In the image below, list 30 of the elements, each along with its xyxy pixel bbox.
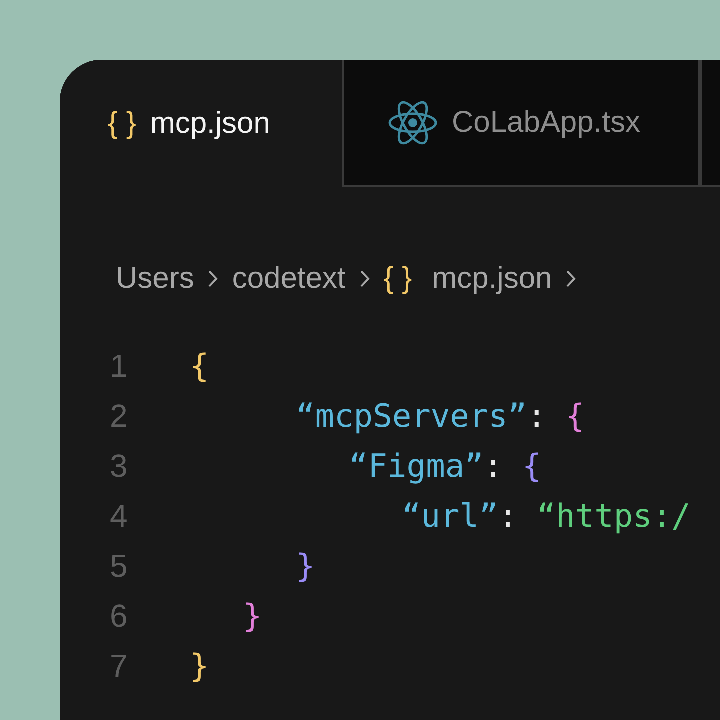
brace: } [296,547,316,585]
json-key: “url” [402,497,498,535]
line-number: 7 [109,648,129,684]
line-number: 3 [109,448,129,484]
editor-tab[interactable]: CoLabApp.tsx [342,60,700,187]
chevron-icon [208,270,218,288]
braces-icon: { } [384,262,412,296]
json-key: “mcpServers” [296,397,528,435]
brace: } [243,597,262,635]
brace: } [190,647,210,685]
json-string: “https:/ [536,497,691,535]
line-number: 6 [109,598,129,634]
line-number: 2 [109,398,129,434]
line-number: 4 [109,498,129,534]
brace: { [566,397,585,435]
colon: : [527,397,546,435]
breadcrumb-item[interactable]: codetext [232,262,346,296]
brace: { [522,447,542,485]
breadcrumb-item[interactable]: mcp.json [432,262,552,296]
brace: { [190,347,210,385]
breadcrumb-item[interactable]: Users [116,262,194,296]
line-number: 5 [109,548,129,584]
chevron-icon [360,270,370,288]
line-number: 1 [109,348,129,384]
braces-icon: { } [108,106,136,140]
json-key: “Figma” [349,447,484,485]
colon: : [498,497,518,535]
atom-icon [388,100,438,146]
colon: : [484,447,504,485]
chevron-icon [566,270,576,288]
